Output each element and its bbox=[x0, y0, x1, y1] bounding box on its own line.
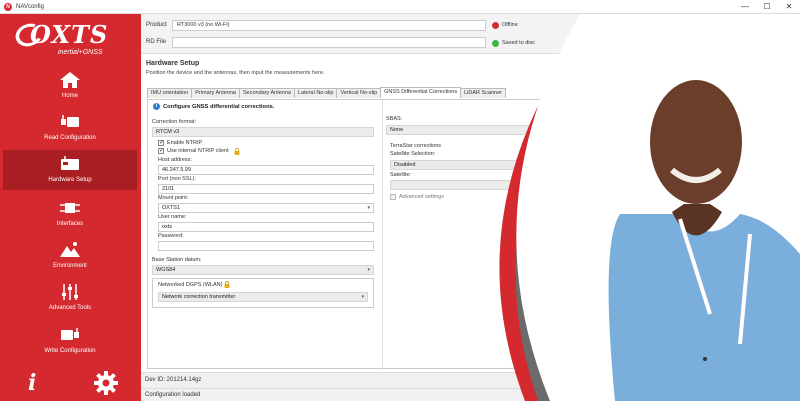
mount-point-label: Mount point: bbox=[158, 195, 189, 201]
sidebar-item-label: Write Configuration bbox=[44, 348, 96, 354]
chevron-down-icon: ▾ bbox=[361, 294, 364, 300]
close-button[interactable]: ✕ bbox=[778, 0, 800, 14]
base-station-datum-select[interactable]: WGS84 ▾ bbox=[152, 265, 374, 275]
window-titlebar: N NAVconfig — ☐ ✕ bbox=[0, 0, 800, 14]
shirt-button bbox=[703, 357, 707, 361]
sidebar-item-environment[interactable]: Environment bbox=[3, 236, 137, 276]
tab-secondary-antenna[interactable]: Secondary Antenna bbox=[238, 88, 295, 98]
presenter-shirt bbox=[608, 214, 800, 401]
minimize-button[interactable]: — bbox=[734, 0, 756, 14]
internal-ntrip-checkbox[interactable] bbox=[158, 147, 164, 154]
sidebar: OXTS inertial+GNSS Home Read Configurati… bbox=[0, 14, 141, 401]
navconfig-icon: N bbox=[4, 2, 12, 11]
environment-icon bbox=[60, 242, 80, 257]
product-label: Product bbox=[146, 22, 167, 28]
sidebar-item-label: Home bbox=[61, 93, 78, 99]
sidebar-item-label: Hardware Setup bbox=[48, 177, 92, 183]
host-address-field[interactable]: 46.247.5.99 bbox=[158, 165, 374, 175]
info-icon[interactable]: i bbox=[28, 370, 36, 396]
lock-icon bbox=[224, 281, 230, 288]
advanced-tools-icon bbox=[62, 284, 78, 300]
maximize-button[interactable]: ☐ bbox=[756, 0, 778, 14]
sidebar-item-write-configuration[interactable]: Write Configuration bbox=[3, 321, 137, 361]
chevron-down-icon: ▾ bbox=[367, 267, 370, 273]
sidebar-item-interfaces[interactable]: Interfaces bbox=[3, 194, 137, 234]
home-icon bbox=[60, 72, 80, 88]
networked-dgps-select[interactable]: Network correction transmitter ▾ bbox=[158, 292, 368, 302]
port-label: Port (non SSL): bbox=[158, 176, 196, 182]
sidebar-item-home[interactable]: Home bbox=[3, 66, 137, 106]
correction-format-select[interactable]: RTCM v3 bbox=[152, 127, 374, 137]
sidebar-item-label: Environment bbox=[53, 263, 87, 269]
sidebar-item-label: Interfaces bbox=[56, 221, 84, 227]
correction-format-label: Correction format: bbox=[152, 119, 197, 125]
networked-dgps-label: Networked DGPS (WLAN) bbox=[158, 282, 223, 288]
sidebar-item-hardware-setup[interactable]: Hardware Setup bbox=[3, 150, 137, 190]
tab-vertical-no-slip[interactable]: Vertical No-slip bbox=[336, 88, 382, 98]
host-address-label: Host address: bbox=[158, 157, 192, 163]
rd-file-label: RD File bbox=[146, 39, 167, 45]
gear-icon[interactable] bbox=[93, 370, 119, 396]
info-circle-icon: i bbox=[153, 103, 160, 110]
oxts-logo: OXTS inertial+GNSS bbox=[12, 19, 128, 62]
logo-brand: OXTS bbox=[30, 20, 109, 49]
info-banner-text: Configure GNSS differential corrections. bbox=[163, 103, 275, 110]
port-field[interactable]: 2101 bbox=[158, 184, 374, 194]
advanced-settings-checkbox[interactable] bbox=[390, 194, 396, 200]
product-field[interactable]: RT3000 v3 (no Wi-Fi) bbox=[172, 20, 486, 31]
enable-ntrip-checkbox[interactable] bbox=[158, 139, 164, 146]
tab-imu-orientation[interactable]: IMU orientation bbox=[147, 88, 193, 98]
column-divider bbox=[382, 100, 383, 370]
terrastar-label: TerraStar corrections bbox=[390, 143, 442, 149]
lock-icon bbox=[234, 148, 240, 155]
user-name-field[interactable]: oxts bbox=[158, 222, 374, 232]
internal-ntrip-label: Use internal NTRIP client bbox=[167, 148, 229, 154]
satellite-label: Satellite: bbox=[390, 172, 412, 178]
networked-dgps-value: Network correction transmitter bbox=[162, 294, 236, 300]
sidebar-item-read-configuration[interactable]: Read Configuration bbox=[3, 108, 137, 148]
user-name-label: User name: bbox=[158, 214, 187, 220]
hardware-setup-icon bbox=[61, 156, 79, 170]
info-banner: i Configure GNSS differential correction… bbox=[153, 103, 274, 110]
tab-lateral-no-slip[interactable]: Lateral No-slip bbox=[293, 88, 338, 98]
presenter-overlay bbox=[499, 14, 800, 401]
password-field[interactable] bbox=[158, 241, 374, 251]
write-configuration-icon bbox=[61, 328, 79, 340]
enable-ntrip-label: Enable NTRIP bbox=[167, 140, 203, 146]
logo-tagline: inertial+GNSS bbox=[58, 49, 103, 56]
tab-primary-antenna[interactable]: Primary Antenna bbox=[191, 88, 240, 98]
sidebar-item-label: Read Configuration bbox=[44, 135, 96, 141]
advanced-settings-label: Advanced settings bbox=[399, 194, 444, 200]
rd-file-field[interactable] bbox=[172, 37, 486, 48]
page-title: Hardware Setup bbox=[146, 60, 200, 67]
sbas-label: SBAS: bbox=[386, 116, 403, 122]
base-station-datum-value: WGS84 bbox=[156, 267, 176, 273]
interfaces-icon bbox=[60, 203, 80, 213]
page-subtitle: Position the device and the antennas, th… bbox=[146, 70, 325, 76]
sidebar-item-label: Advanced Tools bbox=[48, 305, 92, 311]
chevron-down-icon: ▾ bbox=[367, 205, 370, 211]
mount-point-select[interactable]: OXTS1 ▾ bbox=[158, 203, 374, 213]
satellite-selection-label: Satellite Selection: bbox=[390, 151, 436, 157]
password-label: Password: bbox=[158, 233, 184, 239]
presenter-face bbox=[650, 80, 742, 204]
base-station-datum-label: Base Station datum: bbox=[152, 257, 202, 263]
read-configuration-icon bbox=[61, 115, 79, 127]
mount-point-value: OXTS1 bbox=[162, 205, 181, 211]
window-title: NAVconfig bbox=[16, 3, 44, 10]
sidebar-item-advanced-tools[interactable]: Advanced Tools bbox=[3, 278, 137, 318]
